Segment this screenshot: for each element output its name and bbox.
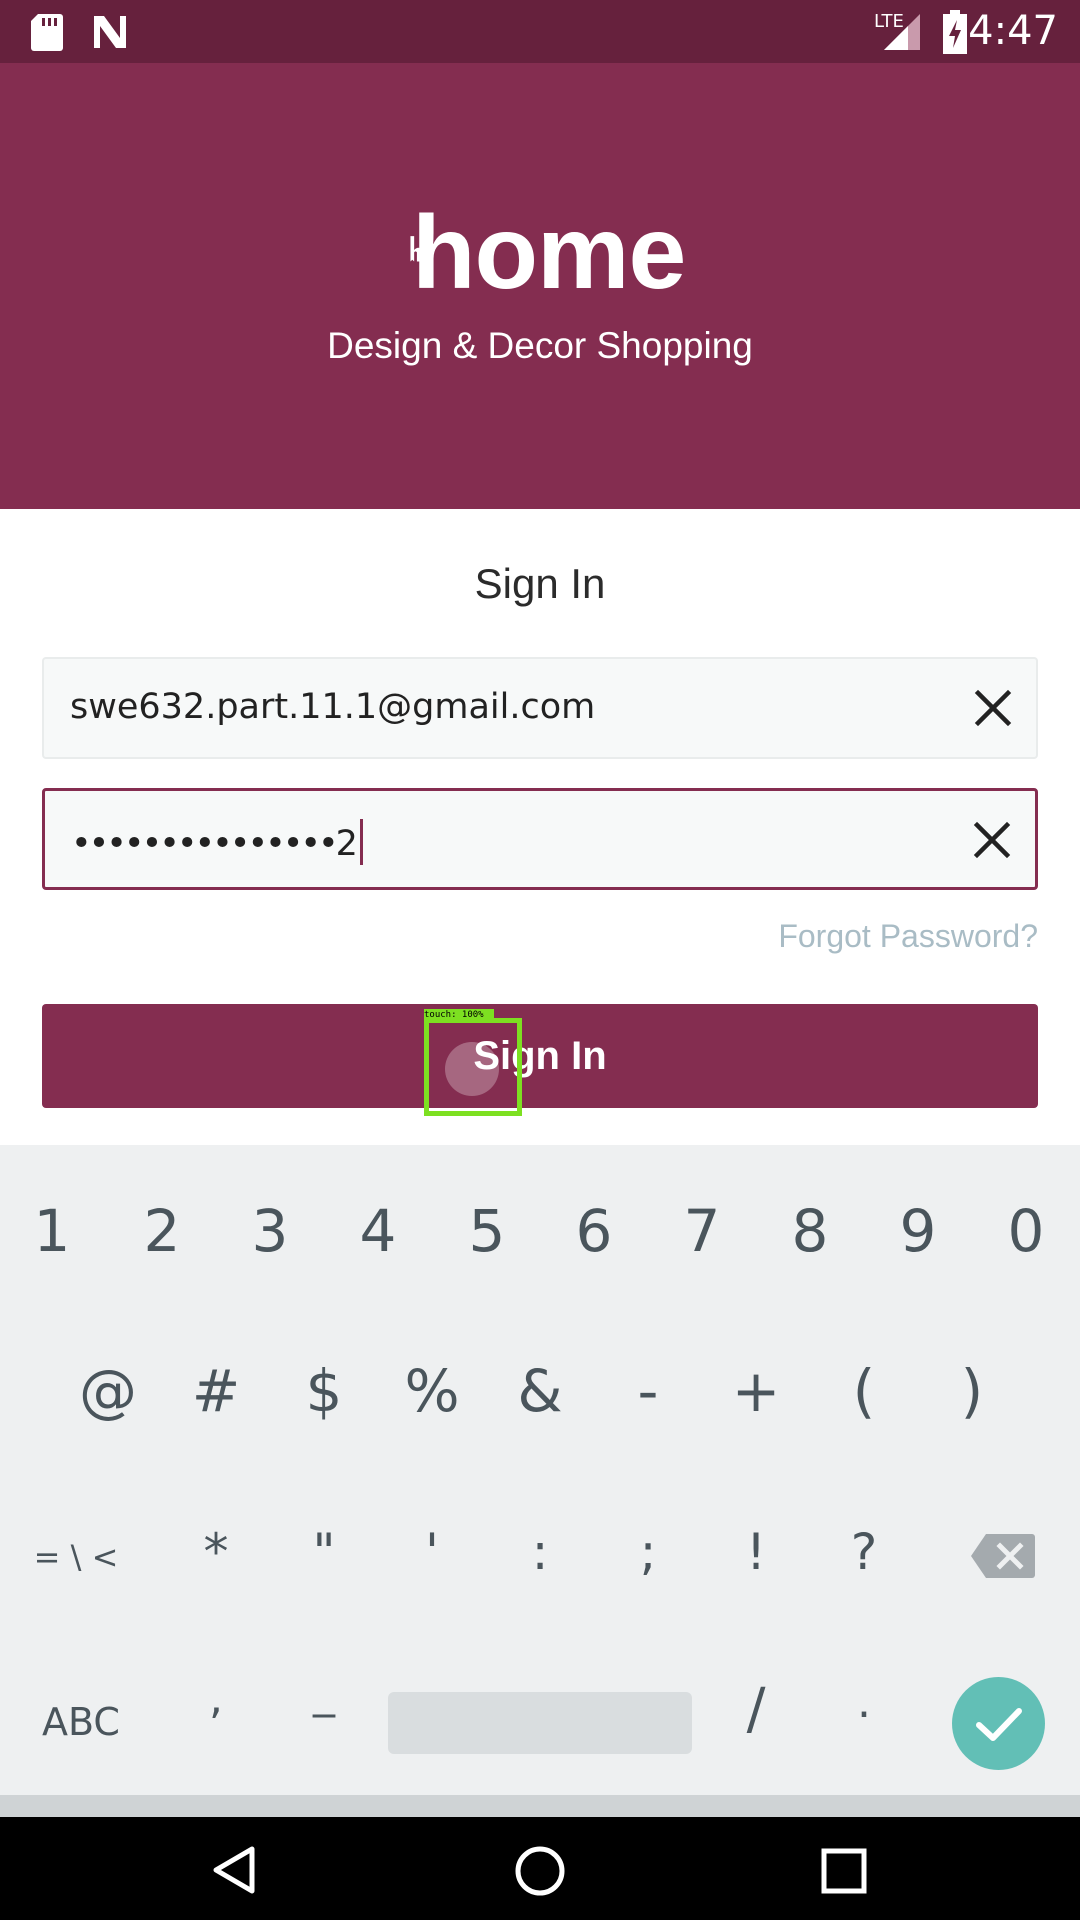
key-more-symbols[interactable]: = \ < — [20, 1538, 132, 1576]
key-ampersand[interactable]: & — [486, 1357, 594, 1425]
key-semicolon[interactable]: ; — [594, 1523, 702, 1581]
app-header: home Design & Decor Shopping — [0, 63, 1080, 509]
key-minus[interactable]: - — [594, 1357, 702, 1425]
logo-text: home — [412, 195, 686, 311]
tagline: Design & Decor Shopping — [327, 325, 753, 366]
key-double-quote[interactable]: " — [270, 1523, 378, 1581]
key-3[interactable]: 3 — [216, 1197, 324, 1265]
key-hash[interactable]: # — [162, 1357, 270, 1425]
battery-charging-icon — [943, 10, 967, 54]
keyboard-bottom-strip — [0, 1795, 1080, 1817]
key-at[interactable]: @ — [54, 1357, 162, 1425]
key-9[interactable]: 9 — [864, 1197, 972, 1265]
key-underscore[interactable]: _ — [270, 1667, 378, 1718]
password-field[interactable]: •••••••••••••••2 — [42, 788, 1038, 890]
n-notification-icon — [94, 16, 126, 48]
key-4[interactable]: 4 — [324, 1197, 432, 1265]
key-abc[interactable]: ABC — [6, 1700, 156, 1744]
recents-icon[interactable] — [820, 1847, 868, 1895]
key-0[interactable]: 0 — [972, 1197, 1080, 1265]
touch-label: touch: 100% — [424, 1009, 494, 1021]
email-field[interactable]: swe632.part.11.1@gmail.com — [42, 657, 1038, 759]
key-exclamation[interactable]: ! — [702, 1523, 810, 1581]
back-icon[interactable] — [210, 1845, 258, 1895]
sd-card-icon — [31, 14, 63, 51]
key-2[interactable]: 2 — [108, 1197, 216, 1265]
key-colon[interactable]: : — [486, 1523, 594, 1581]
key-7[interactable]: 7 — [648, 1197, 756, 1265]
checkmark-icon — [976, 1708, 1022, 1741]
key-1[interactable]: 1 — [0, 1197, 106, 1265]
key-slash[interactable]: / — [702, 1677, 810, 1742]
key-8[interactable]: 8 — [756, 1197, 864, 1265]
key-question[interactable]: ? — [810, 1523, 918, 1581]
page-title: Sign In — [474, 560, 606, 607]
navigation-bar — [0, 1817, 1080, 1920]
key-dollar[interactable]: $ — [270, 1357, 378, 1425]
key-6[interactable]: 6 — [540, 1197, 648, 1265]
sign-in-button[interactable]: Sign In — [42, 1004, 1038, 1108]
numeric-symbol-keyboard: 1 2 3 4 5 6 7 8 9 0 @ # $ % & - + ( ) = … — [0, 1145, 1080, 1795]
email-value[interactable]: swe632.part.11.1@gmail.com — [70, 687, 595, 727]
touch-highlight-box — [424, 1018, 522, 1116]
forgot-password-link[interactable]: Forgot Password? — [778, 918, 1038, 955]
clear-email-icon[interactable] — [970, 685, 1016, 731]
key-percent[interactable]: % — [378, 1357, 486, 1425]
home-icon[interactable] — [514, 1845, 566, 1897]
key-close-paren[interactable]: ) — [918, 1357, 1026, 1425]
enter-key[interactable] — [952, 1677, 1045, 1770]
key-open-paren[interactable]: ( — [810, 1357, 918, 1425]
password-value[interactable]: •••••••••••••••2 — [71, 819, 363, 865]
key-5[interactable]: 5 — [433, 1197, 541, 1265]
status-time: 4:47 — [968, 8, 1058, 54]
lte-signal-icon — [884, 14, 920, 50]
key-plus[interactable]: + — [702, 1357, 810, 1425]
status-bar: LTE 4:47 — [0, 0, 1080, 63]
space-bar[interactable] — [388, 1692, 692, 1754]
text-caret — [359, 819, 363, 865]
clear-password-icon[interactable] — [969, 817, 1015, 863]
backspace-icon[interactable] — [970, 1532, 1036, 1580]
key-asterisk[interactable]: * — [162, 1523, 270, 1581]
key-period[interactable]: . — [810, 1677, 918, 1728]
key-single-quote[interactable]: ' — [378, 1523, 486, 1581]
key-comma[interactable]: , — [162, 1673, 270, 1724]
